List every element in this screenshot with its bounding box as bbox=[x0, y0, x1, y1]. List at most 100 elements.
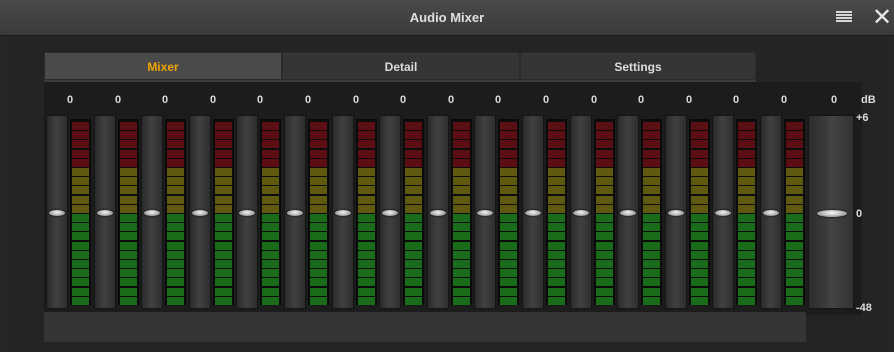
meter-segment-red bbox=[167, 140, 184, 149]
channel-fader-knob[interactable] bbox=[49, 210, 65, 216]
channel-fader-knob[interactable] bbox=[430, 210, 446, 216]
meter-segment-yel bbox=[120, 195, 137, 204]
channel-fader[interactable] bbox=[46, 115, 68, 309]
meter-segment-grn bbox=[596, 287, 613, 296]
meter-segment-yel bbox=[72, 168, 89, 176]
meter-segment-red bbox=[643, 158, 660, 167]
meter-segment-grn bbox=[453, 250, 470, 259]
channel-9 bbox=[427, 115, 473, 309]
close-icon[interactable]: ✕ bbox=[872, 3, 892, 31]
meter-segment-grn bbox=[453, 287, 470, 296]
channel-fader[interactable] bbox=[665, 115, 687, 309]
meter-segment-red bbox=[596, 140, 613, 149]
meter-segment-grn bbox=[358, 260, 375, 268]
channel-fader[interactable] bbox=[522, 115, 544, 309]
channel-fader-knob[interactable] bbox=[715, 210, 731, 216]
channel-fader-knob[interactable] bbox=[477, 210, 493, 216]
meter-segment-grn bbox=[453, 232, 470, 241]
window-title: Audio Mixer bbox=[409, 10, 485, 25]
channel-fader[interactable] bbox=[474, 115, 496, 309]
meter-segment-yel bbox=[643, 204, 660, 213]
tab-mixer[interactable]: Mixer bbox=[44, 52, 282, 80]
channel-fader-knob[interactable] bbox=[287, 210, 303, 216]
channel-fader-knob[interactable] bbox=[668, 210, 684, 216]
meter-segment-grn bbox=[358, 250, 375, 259]
meter-segment-grn bbox=[643, 260, 660, 268]
meter-segment-grn bbox=[738, 223, 755, 232]
channel-fader[interactable] bbox=[236, 115, 258, 309]
meter-segment-yel bbox=[500, 168, 517, 176]
channel-fader[interactable] bbox=[141, 115, 163, 309]
meter-segment-yel bbox=[548, 168, 565, 176]
meter-segment-red bbox=[453, 140, 470, 149]
meter-segment-grn bbox=[786, 269, 803, 278]
channel-fader-knob[interactable] bbox=[382, 210, 398, 216]
meter-segment-grn bbox=[738, 260, 755, 268]
channel-fader[interactable] bbox=[427, 115, 449, 309]
channel-fader-knob[interactable] bbox=[97, 210, 113, 216]
channel-fader[interactable] bbox=[189, 115, 211, 309]
level-meter bbox=[118, 119, 139, 305]
channel-number-row bbox=[44, 312, 806, 342]
level-meter bbox=[308, 119, 329, 305]
meter-segment-grn bbox=[691, 296, 708, 305]
channel-fader-knob[interactable] bbox=[335, 210, 351, 216]
channel-fader[interactable] bbox=[760, 115, 782, 309]
channel-fader-knob[interactable] bbox=[239, 210, 255, 216]
tab-detail[interactable]: Detail bbox=[282, 52, 520, 80]
channel-fader[interactable] bbox=[570, 115, 592, 309]
meter-segment-grn bbox=[120, 250, 137, 259]
meter-segment-red bbox=[786, 140, 803, 149]
meter-segment-grn bbox=[72, 296, 89, 305]
master-fader[interactable] bbox=[808, 115, 854, 309]
meter-segment-grn bbox=[167, 260, 184, 268]
meter-segment-red bbox=[262, 131, 279, 140]
level-meter bbox=[736, 119, 757, 305]
channel-fader-knob[interactable] bbox=[192, 210, 208, 216]
channel-fader-knob[interactable] bbox=[573, 210, 589, 216]
channel-fader[interactable] bbox=[332, 115, 354, 309]
meter-segment-grn bbox=[167, 232, 184, 241]
meter-segment-grn bbox=[643, 232, 660, 241]
meter-segment-grn bbox=[548, 223, 565, 232]
meter-segment-red bbox=[500, 122, 517, 130]
channel-fader-knob[interactable] bbox=[620, 210, 636, 216]
meter-segment-grn bbox=[786, 296, 803, 305]
meter-segment-red bbox=[500, 158, 517, 167]
channel-fader-knob[interactable] bbox=[144, 210, 160, 216]
meter-segment-red bbox=[262, 158, 279, 167]
meter-segment-grn bbox=[548, 269, 565, 278]
meter-segment-grn bbox=[691, 241, 708, 250]
meter-segment-red bbox=[215, 158, 232, 167]
meter-segment-yel bbox=[72, 204, 89, 213]
menu-icon[interactable] bbox=[836, 11, 852, 25]
meter-segment-yel bbox=[405, 168, 422, 176]
meter-segment-grn bbox=[405, 241, 422, 250]
meter-segment-red bbox=[691, 149, 708, 158]
meter-segment-red bbox=[405, 149, 422, 158]
meter-segment-grn bbox=[120, 232, 137, 241]
meter-segment-grn bbox=[215, 214, 232, 222]
meter-segment-grn bbox=[215, 250, 232, 259]
meter-segment-grn bbox=[405, 278, 422, 287]
channel-fader[interactable] bbox=[617, 115, 639, 309]
meter-segment-grn bbox=[691, 214, 708, 222]
channel-fader-knob[interactable] bbox=[525, 210, 541, 216]
meter-segment-grn bbox=[453, 296, 470, 305]
meter-segment-red bbox=[72, 131, 89, 140]
meter-segment-grn bbox=[643, 278, 660, 287]
channel-fader[interactable] bbox=[94, 115, 116, 309]
tab-settings[interactable]: Settings bbox=[520, 52, 756, 80]
meter-segment-yel bbox=[643, 177, 660, 186]
level-meter bbox=[403, 119, 424, 305]
meter-segment-yel bbox=[262, 195, 279, 204]
channel-fader[interactable] bbox=[712, 115, 734, 309]
master-fader-knob[interactable] bbox=[817, 210, 847, 217]
meter-segment-red bbox=[548, 140, 565, 149]
channel-11 bbox=[522, 115, 568, 309]
channel-14 bbox=[665, 115, 711, 309]
channel-fader[interactable] bbox=[284, 115, 306, 309]
channel-fader[interactable] bbox=[379, 115, 401, 309]
channel-fader-knob[interactable] bbox=[763, 210, 779, 216]
meter-segment-red bbox=[691, 140, 708, 149]
